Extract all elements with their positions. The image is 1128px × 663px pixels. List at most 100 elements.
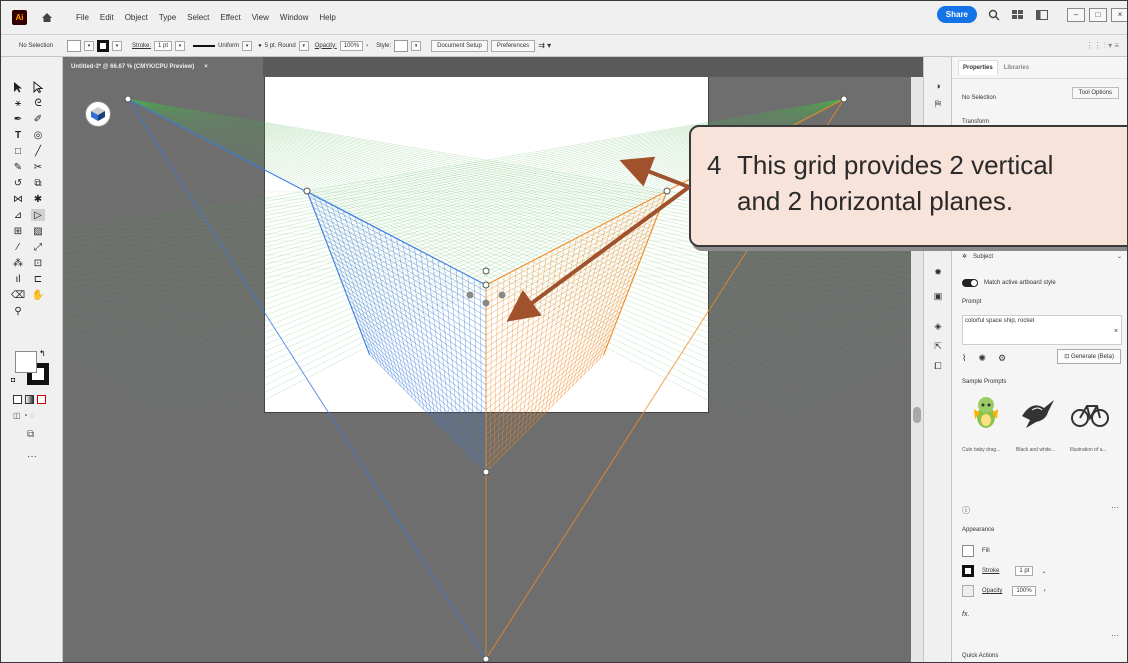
grid-handle[interactable]: [124, 95, 132, 103]
eyedropper-tool-icon[interactable]: ⁄: [11, 241, 25, 253]
pen-tool-icon[interactable]: ✒: [11, 113, 25, 125]
stroke-dropdown[interactable]: ▾: [112, 40, 123, 51]
panel-stroke-field[interactable]: 1 pt: [1015, 566, 1034, 576]
magic-wand-tool-icon[interactable]: ⚹: [11, 97, 25, 109]
profile-dropdown[interactable]: ▾: [242, 40, 253, 51]
grid-extent-handle[interactable]: [466, 291, 474, 299]
gradient-tool-icon[interactable]: ▨: [31, 225, 45, 237]
sample-bird-thumbnail[interactable]: [1018, 391, 1058, 435]
arrange-icon[interactable]: ⇉ ▾: [538, 41, 551, 50]
panel-options-icon[interactable]: ⋮⋮ ⫶ ▾ ≡: [1086, 41, 1119, 51]
style-dropdown[interactable]: ▾: [411, 40, 422, 51]
prompt-input[interactable]: colorful space ship, rocket ×: [962, 315, 1122, 345]
lasso-tool-icon[interactable]: ᘓ: [31, 97, 45, 109]
menu-file[interactable]: File: [76, 13, 89, 22]
document-setup-button[interactable]: Document Setup: [431, 39, 488, 52]
sample-bicycle-thumbnail[interactable]: [1070, 391, 1110, 435]
color-guide-icon[interactable]: ◑: [931, 79, 945, 93]
perspective-selection-tool-icon[interactable]: ▷: [31, 209, 45, 221]
eraser-tool-icon[interactable]: ⌫: [11, 289, 25, 301]
panel-stroke-dropdown[interactable]: ⌄: [1041, 568, 1046, 575]
scrollbar-thumb[interactable]: [913, 407, 921, 423]
spiral-tool-icon[interactable]: ◎: [31, 129, 45, 141]
layers-icon[interactable]: ◈: [931, 319, 945, 333]
mesh-tool-icon[interactable]: ⊞: [11, 225, 25, 237]
preferences-button[interactable]: Preferences: [490, 39, 536, 52]
appearance-more-icon[interactable]: ···: [1111, 631, 1119, 640]
brush-label[interactable]: 5 pt. Round: [265, 43, 296, 49]
search-icon[interactable]: [987, 8, 1001, 22]
swap-fill-stroke-icon[interactable]: ↰: [39, 349, 46, 358]
panel-stroke-label[interactable]: Stroke: [982, 568, 999, 574]
symbol-sprayer-tool-icon[interactable]: ⁂: [11, 257, 25, 269]
color-icon[interactable]: [13, 395, 22, 404]
match-style-toggle[interactable]: [962, 279, 978, 287]
panel-opacity-label[interactable]: Opacity: [982, 588, 1002, 594]
scissors-tool-icon[interactable]: ✂: [31, 161, 45, 173]
document-tab[interactable]: Untitled-3* @ 66.67 % (CMYK/CPU Preview)…: [63, 57, 263, 77]
paintbrush-tool-icon[interactable]: ✎: [11, 161, 25, 173]
menu-effect[interactable]: Effect: [220, 13, 240, 22]
stroke-weight-field[interactable]: 1 pt: [154, 40, 173, 51]
close-tab-icon[interactable]: ×: [204, 64, 208, 70]
menu-select[interactable]: Select: [187, 13, 209, 22]
grid-handle[interactable]: [482, 267, 490, 275]
info-icon[interactable]: ⓘ: [962, 505, 970, 516]
style-picker-icon[interactable]: ⌇: [962, 353, 966, 364]
tab-properties[interactable]: Properties: [958, 60, 998, 75]
panel-fill-swatch[interactable]: [962, 545, 974, 557]
hand-tool-icon[interactable]: ✋: [31, 289, 45, 301]
brush-dropdown[interactable]: ▾: [298, 40, 309, 51]
close-window-button[interactable]: ×: [1111, 7, 1127, 22]
menu-object[interactable]: Object: [125, 13, 148, 22]
share-button[interactable]: Share: [936, 6, 977, 23]
rotate-tool-icon[interactable]: ↺: [11, 177, 25, 189]
perspective-grid-tool-icon[interactable]: ⊿: [11, 209, 25, 221]
grid-handle[interactable]: [482, 281, 490, 289]
screen-mode-icon[interactable]: ⧉: [27, 429, 34, 440]
grid-extent-handle[interactable]: [498, 291, 506, 299]
menu-view[interactable]: View: [252, 13, 269, 22]
minimize-button[interactable]: –: [1067, 7, 1085, 22]
puppet-warp-tool-icon[interactable]: ✱: [31, 193, 45, 205]
more-options-icon[interactable]: ···: [1111, 503, 1119, 512]
artboards-icon[interactable]: ⧠: [931, 359, 945, 373]
stroke-weight-dropdown[interactable]: ▾: [175, 40, 186, 51]
fill-dropdown[interactable]: ▾: [84, 40, 95, 51]
free-transform-tool-icon[interactable]: ⧉: [31, 177, 45, 189]
menu-edit[interactable]: Edit: [100, 13, 114, 22]
opacity-arrow-icon[interactable]: ›: [366, 43, 368, 49]
type-tool-icon[interactable]: T: [11, 129, 25, 141]
stroke-swatch[interactable]: [97, 39, 110, 52]
grid-handle[interactable]: [482, 655, 490, 662]
maximize-button[interactable]: □: [1089, 7, 1107, 22]
curvature-tool-icon[interactable]: ✐: [31, 113, 45, 125]
generate-button[interactable]: ⊡ Generate (Beta): [1057, 349, 1121, 364]
artboard-tool-icon[interactable]: ⊡: [31, 257, 45, 269]
more-tools-icon[interactable]: ···: [27, 451, 37, 462]
graphic-styles-icon[interactable]: ▣: [931, 289, 945, 303]
profile-label[interactable]: Uniform: [218, 43, 239, 49]
plane-switching-widget-icon[interactable]: [85, 101, 111, 127]
clear-prompt-icon[interactable]: ×: [1114, 328, 1118, 335]
grid-handle[interactable]: [663, 187, 671, 195]
grid-handle[interactable]: [840, 95, 848, 103]
tool-options-button[interactable]: Tool Options: [1071, 87, 1119, 99]
default-colors-icon[interactable]: ◘: [11, 377, 15, 384]
grid-handle[interactable]: [303, 187, 311, 195]
style-swatch[interactable]: [394, 39, 409, 52]
direct-selection-tool-icon[interactable]: [31, 81, 45, 93]
blend-tool-icon[interactable]: ⤢: [31, 241, 45, 253]
sample-dragon-thumbnail[interactable]: [966, 391, 1006, 435]
gradient-icon[interactable]: [25, 395, 34, 404]
fill-swatch[interactable]: [67, 39, 82, 52]
appearance-icon[interactable]: ✹: [931, 265, 945, 279]
fill-color-swatch[interactable]: [15, 351, 37, 373]
panel-stroke-swatch[interactable]: [962, 565, 974, 577]
export-icon[interactable]: ⇱: [931, 339, 945, 353]
rectangle-tool-icon[interactable]: □: [11, 145, 25, 157]
settings-gear-icon[interactable]: ⚙: [998, 353, 1006, 364]
shape-builder-tool-icon[interactable]: ⋈: [11, 193, 25, 205]
menu-type[interactable]: Type: [159, 13, 176, 22]
zoom-tool-icon[interactable]: ⚲: [11, 305, 25, 317]
